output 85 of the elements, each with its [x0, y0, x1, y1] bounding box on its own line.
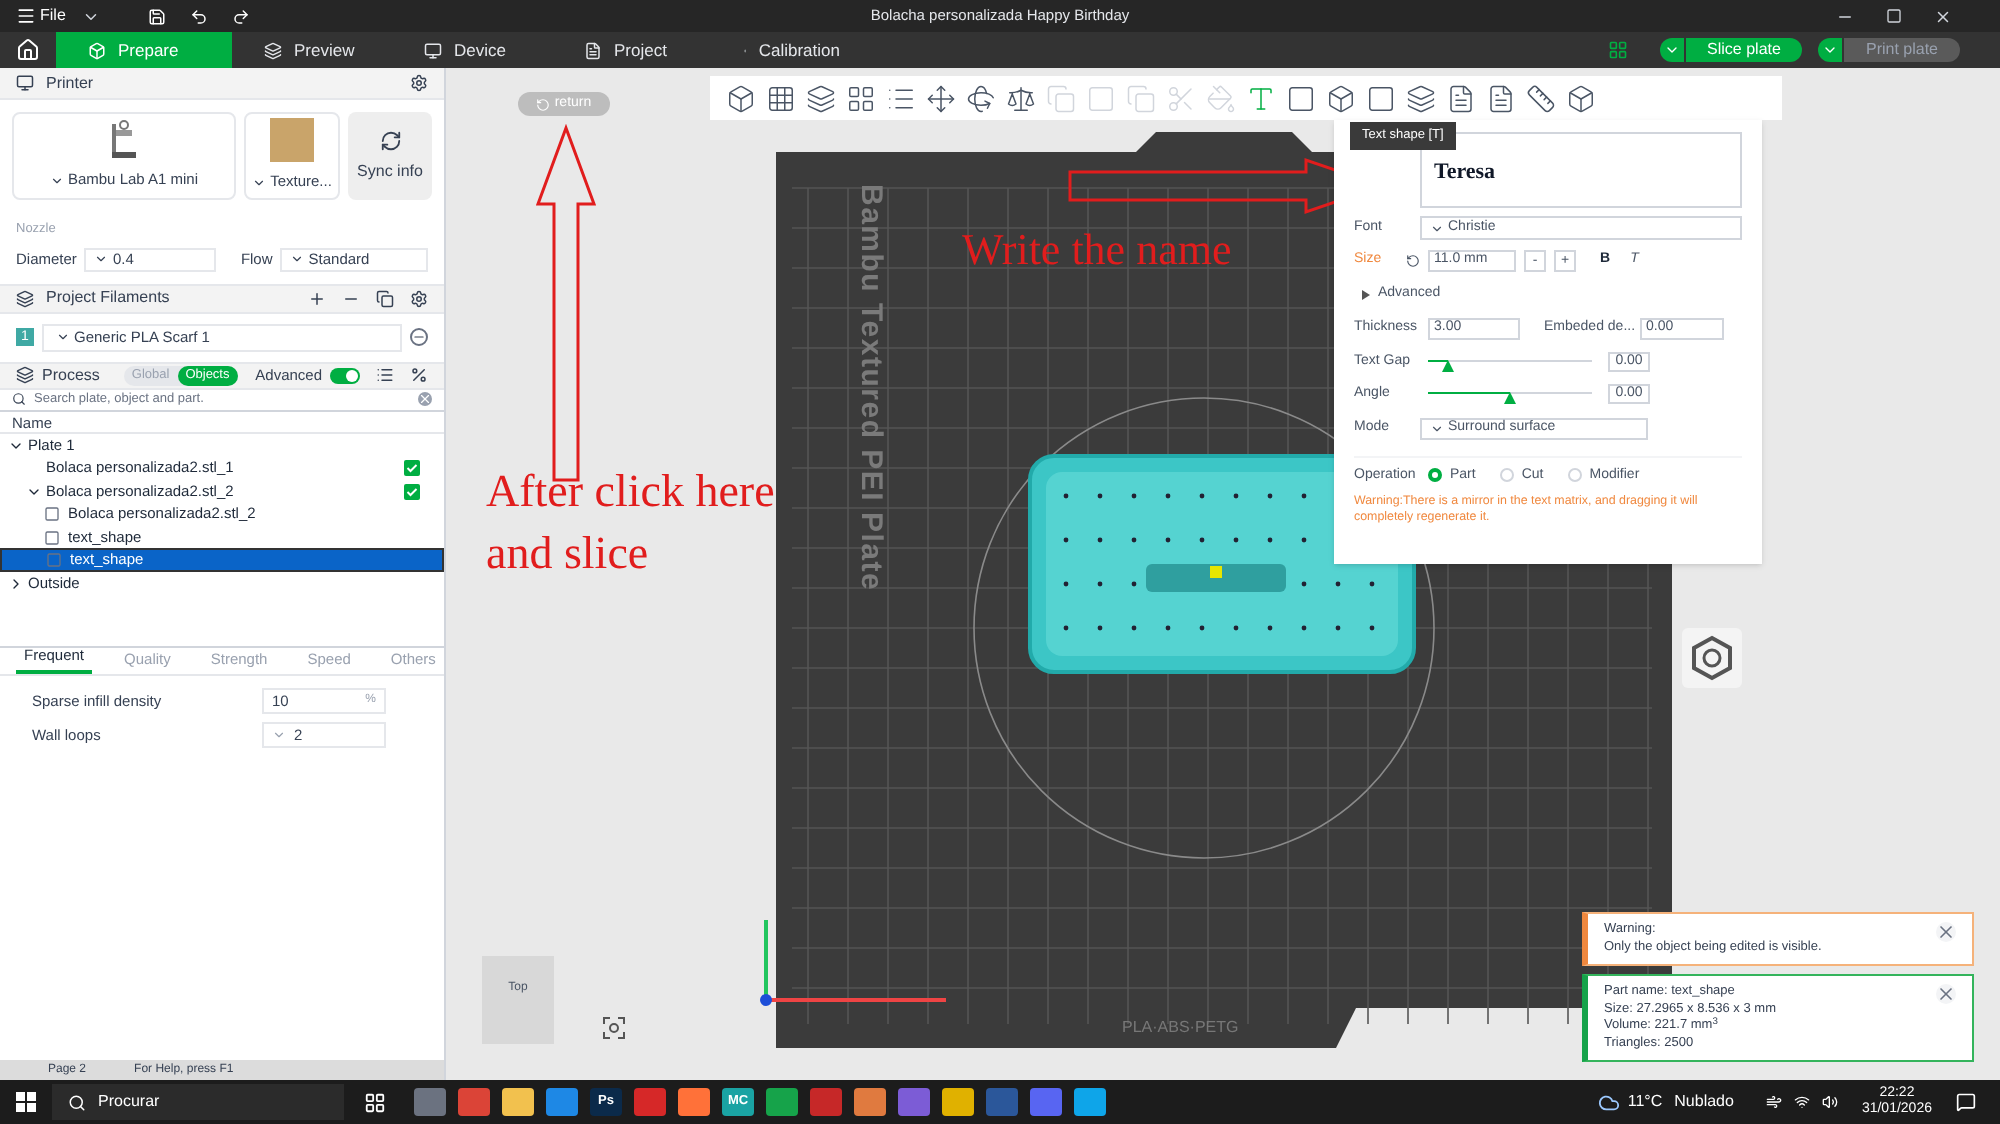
tool-icon[interactable] [966, 83, 996, 113]
settings-icon[interactable] [410, 289, 428, 308]
dropdown-icon[interactable] [1660, 38, 1684, 62]
printer-icon [16, 74, 34, 92]
printer-drawing [106, 120, 142, 161]
volume-icon [1821, 1094, 1838, 1110]
tool-icon[interactable] [926, 83, 956, 113]
layout-icon[interactable] [1608, 40, 1628, 60]
dropdown-icon [252, 175, 267, 189]
dropdown-icon [1430, 221, 1444, 235]
tool-icon[interactable] [1286, 83, 1316, 113]
nav-tab[interactable]: Device [392, 32, 552, 68]
expand-icon[interactable] [8, 575, 24, 591]
tray-icon [1765, 1094, 1782, 1110]
plate-label: Bambu Textured PEI Plate [854, 184, 886, 592]
remove-icon[interactable] [410, 328, 428, 347]
taskbar-search[interactable]: Procurar [52, 1084, 344, 1120]
temperature: 11°C [1627, 1090, 1663, 1114]
tool-icon[interactable] [1406, 83, 1436, 113]
process-icon [16, 366, 34, 385]
task-view-icon[interactable] [364, 1091, 386, 1113]
focus-icon [602, 1016, 626, 1040]
weather-icon [1597, 1091, 1620, 1113]
search-icon [12, 392, 26, 407]
spinner-icon [272, 727, 286, 742]
home-icon[interactable] [16, 38, 40, 62]
tool-icon[interactable] [1006, 83, 1036, 113]
plate-swatch [270, 118, 314, 163]
weather-text: Nublado [1674, 1090, 1734, 1114]
sync-info-button[interactable]: Sync info [348, 112, 432, 200]
tool-icon[interactable] [1566, 83, 1596, 113]
close-icon[interactable] [1936, 922, 1956, 942]
file-menu[interactable]: File [16, 4, 66, 28]
tool-icon[interactable] [1326, 83, 1356, 113]
menu-icon [16, 6, 36, 26]
nav-tab[interactable]: Calibration [712, 32, 872, 68]
expand-icon [1362, 289, 1370, 300]
plate-bottom-label: PLA·ABS·PETG [1122, 1016, 1239, 1040]
nut-icon [1682, 628, 1742, 688]
advanced-switch[interactable] [330, 367, 360, 384]
dropdown-icon [56, 330, 70, 345]
maximize-icon[interactable] [1886, 7, 1902, 23]
tool-icon[interactable] [806, 83, 836, 113]
dropdown-icon [49, 173, 64, 187]
percent-icon[interactable] [410, 366, 428, 385]
notifications-icon[interactable] [1956, 1092, 1976, 1112]
clear-icon[interactable] [418, 392, 432, 407]
tool-icon[interactable] [726, 83, 756, 113]
visible-checkbox[interactable] [404, 483, 420, 499]
undo-icon[interactable] [189, 7, 208, 25]
sync-filament-icon[interactable] [376, 289, 394, 308]
annotation-text: After click here and slice [486, 464, 777, 582]
list-icon[interactable] [376, 366, 394, 385]
sync-icon [379, 129, 401, 151]
dropdown-icon[interactable] [1818, 38, 1842, 62]
close-icon[interactable] [1936, 984, 1956, 1004]
tool-icon[interactable] [1486, 83, 1516, 113]
nav-tab[interactable]: Project [552, 32, 712, 68]
dropdown-icon [1430, 421, 1444, 435]
tool-icon[interactable] [1366, 83, 1396, 113]
section-title: Process [42, 363, 100, 388]
slider-thumb [1504, 392, 1516, 405]
close-icon[interactable] [1934, 7, 1952, 25]
tool-icon[interactable] [1526, 83, 1556, 113]
tool-icon[interactable] [766, 83, 796, 113]
slider-track[interactable] [1428, 386, 1592, 403]
save-icon[interactable] [147, 7, 166, 25]
nav-tab[interactable]: Preview [232, 32, 392, 68]
search-icon [68, 1093, 86, 1111]
windows-icon[interactable] [16, 1092, 36, 1112]
tool-icon[interactable] [1446, 83, 1476, 113]
visible-checkbox[interactable] [404, 460, 420, 476]
dropdown-icon [290, 252, 305, 267]
dropdown-icon [94, 252, 109, 267]
redo-icon[interactable] [231, 7, 250, 25]
reset-icon[interactable] [1406, 254, 1420, 268]
undo-icon [536, 97, 551, 111]
section-title: Project Filaments [46, 286, 170, 311]
section-title: Printer [46, 71, 94, 95]
wifi-icon [1793, 1094, 1810, 1110]
add-icon[interactable] [308, 289, 326, 308]
tool-icon[interactable] [846, 83, 876, 113]
filament-icon [16, 289, 34, 308]
settings-icon[interactable] [410, 74, 428, 92]
annotation-text: Write the name [962, 222, 1232, 278]
